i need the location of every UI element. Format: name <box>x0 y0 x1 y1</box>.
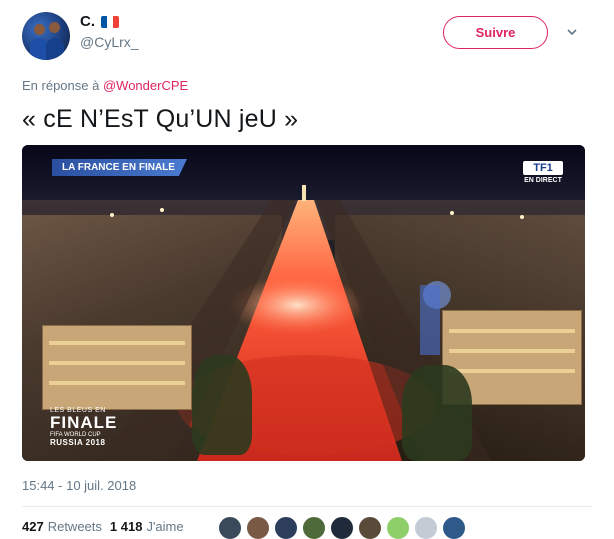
follow-button[interactable]: Suivre <box>443 16 548 49</box>
building-window <box>449 349 575 353</box>
divider <box>22 506 592 507</box>
liker-avatars <box>218 516 466 539</box>
flag-stripe <box>113 15 119 28</box>
building-window <box>449 329 575 333</box>
avatar-icon[interactable] <box>302 516 326 539</box>
building-window <box>49 381 185 385</box>
avatar-icon[interactable] <box>246 516 270 539</box>
avatar-icon[interactable] <box>218 516 242 539</box>
avatar-figure <box>46 38 64 60</box>
trees <box>192 355 252 455</box>
channel-logo-text: TF1 <box>523 161 563 175</box>
event-logo: LES BLEUS EN FINALE FIFA WORLD CUP RUSSI… <box>50 407 117 447</box>
reply-mention-link[interactable]: @WonderCPE <box>103 78 188 93</box>
building-window <box>449 369 575 373</box>
user-handle[interactable]: @CyLrx_ <box>80 34 139 50</box>
avatar-icon[interactable] <box>330 516 354 539</box>
tweet-card: C. @CyLrx_ Suivre En réponse à @WonderCP… <box>0 0 614 539</box>
channel-logo: TF1 EN DIRECT <box>523 161 563 184</box>
avatar-icon[interactable] <box>442 516 466 539</box>
reply-prefix: En réponse à <box>22 78 100 93</box>
avatar-icon[interactable] <box>358 516 382 539</box>
display-name[interactable]: C. <box>80 13 95 30</box>
display-name-row[interactable]: C. <box>80 13 139 30</box>
likes-label: J'aime <box>146 519 184 534</box>
channel-status: EN DIRECT <box>524 177 562 184</box>
retweets-label: Retweets <box>47 519 102 534</box>
avatar-head <box>49 22 60 33</box>
chevron-down-icon[interactable] <box>566 26 578 38</box>
building-window <box>49 341 185 345</box>
default-avatar-icon[interactable] <box>414 516 438 539</box>
tweet-media-image[interactable]: LA FRANCE EN FINALE TF1 EN DIRECT LES BL… <box>22 145 585 461</box>
likes-stat[interactable]: 1 418 J'aime <box>110 519 184 534</box>
retweets-stat[interactable]: 427 Retweets <box>22 519 102 534</box>
tweet-timestamp[interactable]: 15:44 - 10 juil. 2018 <box>22 478 136 493</box>
event-line: RUSSIA 2018 <box>50 438 106 447</box>
tv-banner: LA FRANCE EN FINALE <box>52 159 187 176</box>
avatar[interactable] <box>22 12 70 60</box>
avatar-icon[interactable] <box>386 516 410 539</box>
tweet-text: « cE N’EsT Qu’UN jeU » <box>22 105 299 133</box>
trees <box>402 365 472 461</box>
likes-count: 1 418 <box>109 519 143 534</box>
user-info: C. @CyLrx_ <box>80 13 139 50</box>
france-flag-icon <box>101 15 119 28</box>
tweet-stats: 427 Retweets 1 418 J'aime <box>22 519 192 534</box>
avatar-icon[interactable] <box>274 516 298 539</box>
building <box>42 325 192 410</box>
building-window <box>49 361 185 365</box>
avatar-head <box>34 24 45 35</box>
reply-context: En réponse à @WonderCPE <box>22 78 188 93</box>
event-line: FINALE <box>50 413 118 432</box>
retweets-count: 427 <box>22 519 44 534</box>
